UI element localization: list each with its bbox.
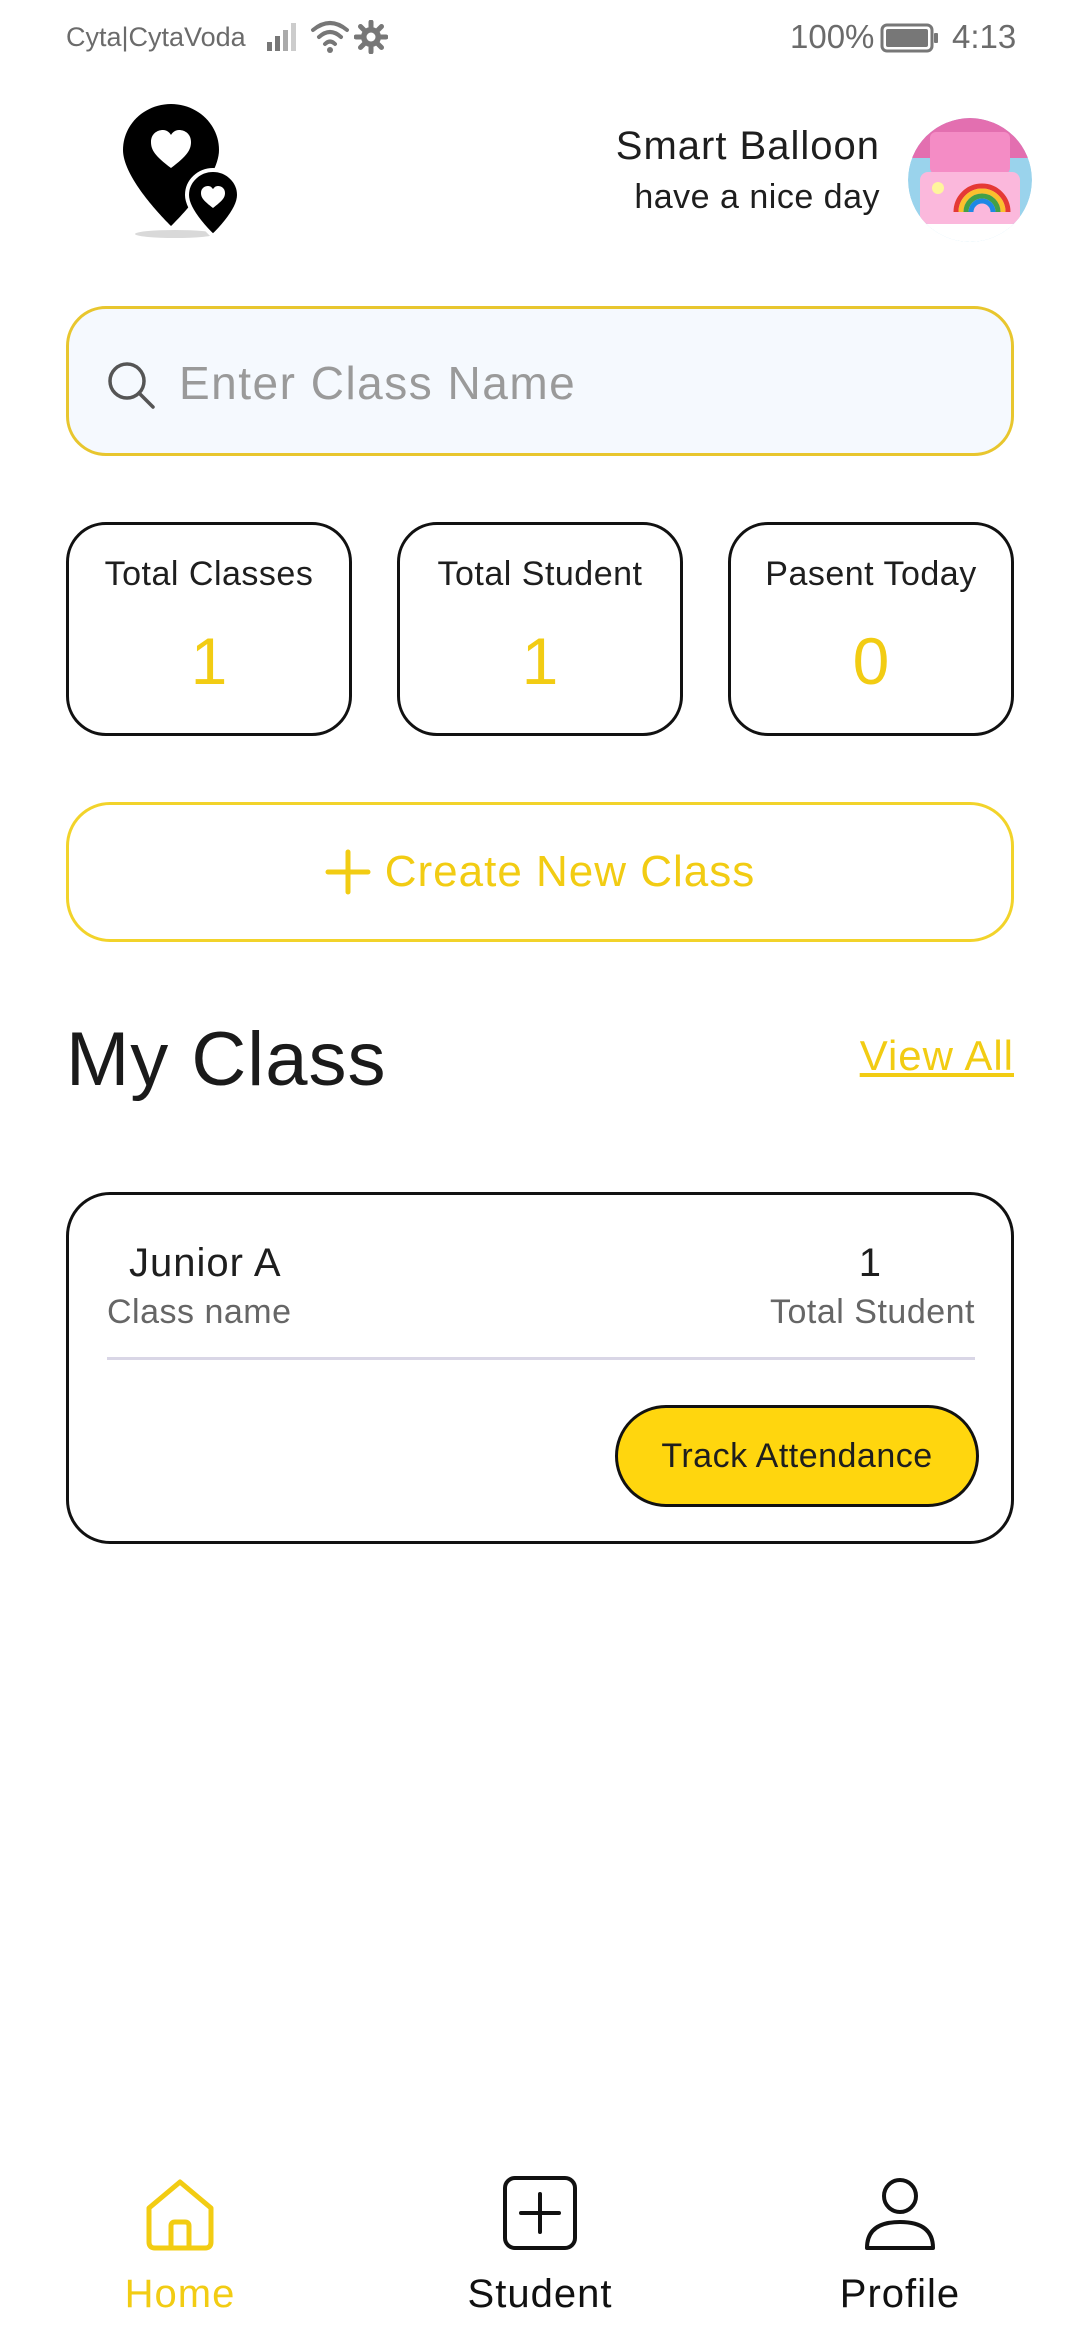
nav-student[interactable]: Student bbox=[430, 2160, 650, 2330]
stat-label: Total Classes bbox=[104, 555, 314, 593]
stat-card-total-classes: Total Classes 1 bbox=[66, 522, 352, 736]
nav-label-home: Home bbox=[124, 2272, 236, 2316]
track-attendance-button[interactable]: Track Attendance bbox=[615, 1405, 979, 1507]
location-hearts-icon bbox=[123, 104, 242, 239]
add-square-icon bbox=[503, 2176, 577, 2250]
nav-label-profile: Profile bbox=[839, 2272, 961, 2316]
class-name: Junior A bbox=[129, 1241, 282, 1285]
wifi-icon bbox=[311, 21, 349, 53]
battery-icon bbox=[880, 23, 938, 53]
avatar[interactable] bbox=[908, 118, 1032, 242]
stat-card-total-student: Total Student 1 bbox=[397, 522, 683, 736]
card-divider bbox=[107, 1357, 975, 1360]
nav-label-student: Student bbox=[467, 2272, 613, 2316]
carrier-name: Cyta|CytaVoda bbox=[66, 22, 246, 52]
student-count-label: Total Student bbox=[770, 1293, 975, 1331]
student-count: 1 bbox=[858, 1241, 881, 1285]
stat-value: 0 bbox=[852, 624, 890, 698]
stat-label: Pasent Today bbox=[765, 555, 977, 593]
greeting-text: have a nice day bbox=[634, 178, 880, 216]
home-icon bbox=[146, 2179, 214, 2251]
stat-value: 1 bbox=[190, 624, 228, 698]
status-time: 4:13 bbox=[952, 18, 1017, 55]
stat-value: 1 bbox=[521, 624, 559, 698]
search-icon bbox=[108, 362, 155, 409]
search-input[interactable] bbox=[179, 345, 959, 421]
gear-icon bbox=[354, 20, 388, 54]
user-icon bbox=[865, 2178, 935, 2250]
section-title: My Class bbox=[66, 1017, 387, 1102]
nav-home[interactable]: Home bbox=[70, 2160, 290, 2330]
status-bar: Cyta|CytaVoda 100% 4:13 bbox=[0, 0, 1080, 80]
view-all-link[interactable]: View All bbox=[860, 1032, 1014, 1080]
battery-percentage: 100% bbox=[790, 18, 875, 55]
create-class-label: Create New Class bbox=[384, 847, 756, 896]
class-name-label: Class name bbox=[107, 1293, 292, 1331]
nav-profile[interactable]: Profile bbox=[790, 2160, 1010, 2330]
plus-icon bbox=[325, 849, 371, 895]
stat-label: Total Student bbox=[437, 555, 643, 593]
class-card[interactable]: Junior A Class name 1 Total Student Trac… bbox=[66, 1192, 1014, 1544]
user-name: Smart Balloon bbox=[615, 124, 880, 168]
search-bar[interactable] bbox=[66, 306, 1014, 456]
stat-card-present-today: Pasent Today 0 bbox=[728, 522, 1014, 736]
create-class-button[interactable]: Create New Class bbox=[66, 802, 1014, 942]
signal-icon bbox=[267, 23, 296, 51]
